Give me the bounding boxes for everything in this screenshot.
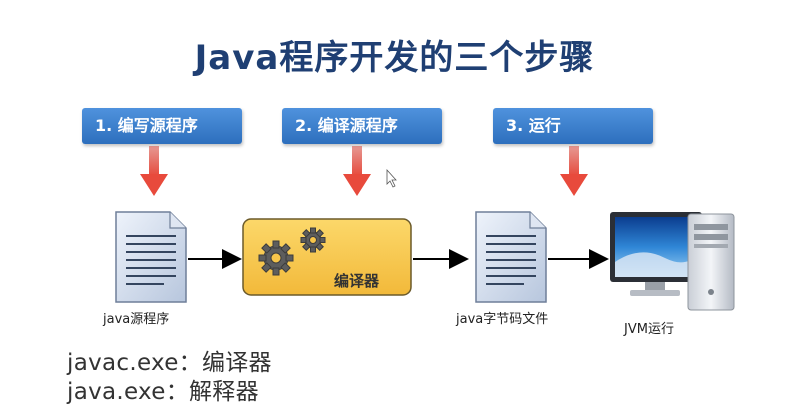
computer-icon [610,212,735,311]
bytecode-file-caption: java字节码文件 [456,312,549,327]
down-arrow-3 [560,146,588,196]
down-arrow-1 [140,146,168,196]
jvm-caption: JVM运行 [624,322,674,337]
down-arrow-2 [343,146,371,196]
bytecode-file-icon [475,211,547,303]
diagram-canvas: Java程序开发的三个步骤 1. 编写源程序 2. 编译源程序 3. 运行 编译… [0,0,789,414]
mouse-cursor-icon [386,168,397,188]
java-tool-line: java.exe：解释器 [67,379,259,405]
compiler-label: 编译器 [334,272,380,290]
source-file-icon [115,211,187,303]
source-file-caption: java源程序 [103,312,170,327]
